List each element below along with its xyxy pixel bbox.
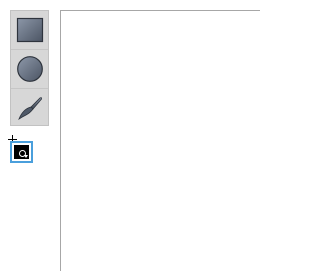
circle-icon	[16, 56, 43, 82]
drawing-app	[0, 0, 260, 271]
rectangle-icon	[16, 17, 43, 43]
color-swatch-group	[8, 135, 35, 164]
current-color-fill	[14, 145, 29, 159]
color-picker-button[interactable]	[10, 141, 33, 163]
dropdown-caret-icon	[24, 155, 28, 158]
rectangle-tool-button[interactable]	[11, 11, 48, 49]
brush-icon	[17, 96, 42, 120]
brush-tool-button[interactable]	[11, 88, 48, 126]
ellipse-tool-button[interactable]	[11, 49, 48, 88]
drawing-canvas[interactable]	[60, 10, 260, 271]
tool-palette	[10, 10, 49, 126]
